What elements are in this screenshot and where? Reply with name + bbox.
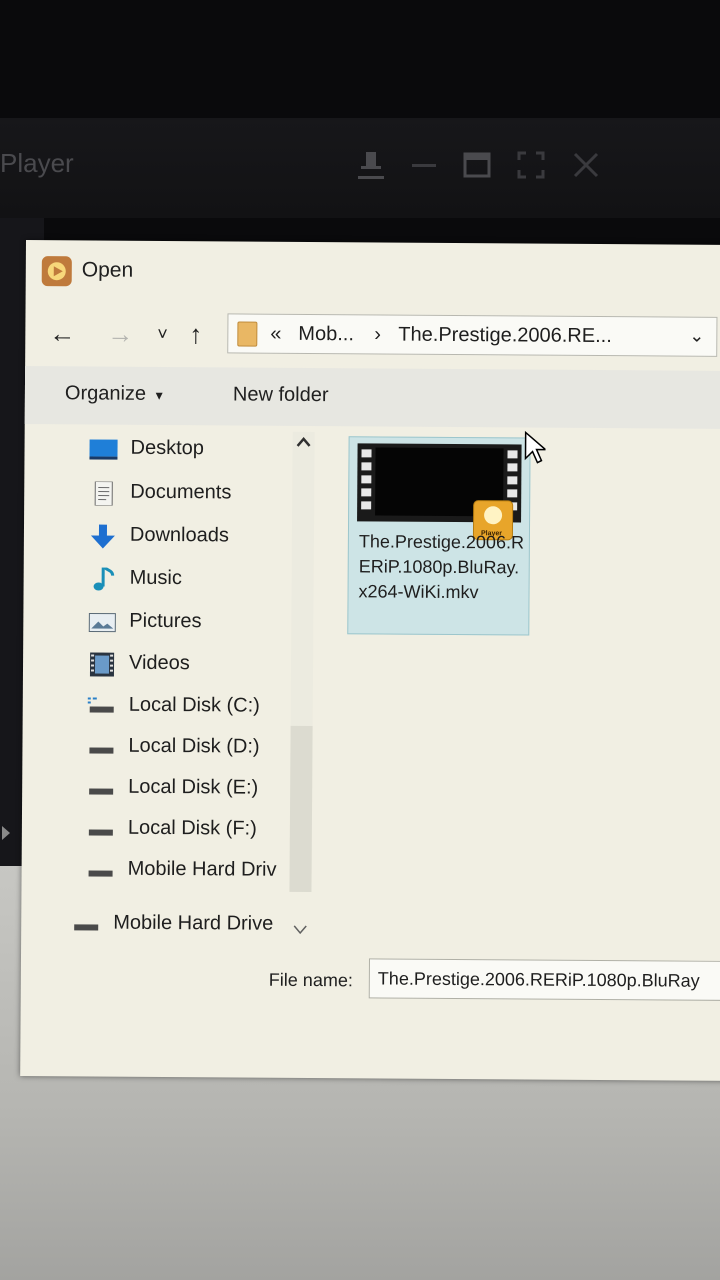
drive-icon — [74, 924, 99, 931]
minimize-icon[interactable] — [410, 150, 438, 188]
video-thumbnail: Player — [357, 443, 522, 541]
command-bar: Organize ▾ New folder — [24, 365, 720, 429]
file-name-label: The.Prestige.2006.RERiP.1080p.BluRay.x26… — [358, 531, 525, 603]
back-button[interactable]: ← — [49, 316, 75, 350]
sidebar-item-label: Desktop — [130, 436, 205, 460]
documents-icon — [94, 481, 113, 506]
chevron-down-icon: ▾ — [155, 386, 163, 403]
breadcrumb-mobile[interactable]: Mob... — [298, 323, 354, 346]
music-icon — [93, 567, 115, 591]
navigation-pane: Desktop Documents Downloads Music Pictur… — [21, 424, 291, 966]
sidebar-item-label: Local Disk (E:) — [128, 775, 259, 799]
scroll-down-icon[interactable] — [293, 922, 307, 940]
breadcrumb-folder[interactable]: The.Prestige.2006.RE... — [398, 324, 612, 348]
file-item[interactable]: Player The.Prestige.2006.RERiP.1080p.Blu… — [347, 430, 546, 636]
pin-icon[interactable] — [358, 150, 384, 188]
desktop-icon — [89, 439, 118, 460]
drive-icon — [87, 697, 114, 713]
drive-icon — [89, 788, 114, 795]
sidebar-item-label: Mobile Hard Driv — [127, 857, 277, 881]
videos-icon — [89, 652, 115, 677]
open-dialog: Open ← → ˅ ↑ « Mob... › The.Prestige.200… — [20, 240, 720, 1081]
sidebar-item-label: Local Disk (F:) — [127, 816, 257, 840]
breadcrumb-overflow[interactable]: « — [270, 323, 281, 346]
recent-locations-button[interactable]: ˅ — [157, 317, 168, 351]
folder-icon — [237, 321, 258, 347]
breadcrumb-separator: › — [374, 323, 382, 346]
organize-button[interactable]: Organize ▾ — [65, 382, 163, 406]
downloads-icon — [90, 524, 115, 549]
drive-icon — [88, 870, 113, 877]
sidebar-item-mobile-hard-drive-1[interactable]: Mobile Hard Driv — [85, 855, 285, 886]
scroll-up-icon[interactable] — [296, 434, 311, 452]
maximize-icon[interactable] — [462, 150, 492, 188]
fullscreen-icon[interactable] — [516, 150, 546, 188]
address-dropdown-icon[interactable]: ⌄ — [689, 326, 704, 347]
player-title: Player — [0, 148, 74, 178]
sidebar-item-label: Mobile Hard Drive — [113, 911, 274, 935]
file-name-field-label: File name: — [268, 969, 353, 991]
sidebar-item-label: Documents — [130, 480, 232, 504]
up-button[interactable]: ↑ — [189, 317, 202, 351]
dialog-title: Open — [81, 258, 134, 282]
drive-icon — [88, 829, 113, 836]
sidebar-item-label: Downloads — [129, 523, 229, 547]
sidebar-item-label: Pictures — [129, 609, 202, 633]
new-folder-button[interactable]: New folder — [233, 383, 329, 407]
file-name-input[interactable] — [368, 958, 720, 1001]
nav-scrollbar-thumb[interactable] — [289, 725, 313, 893]
sidebar-item-label: Videos — [128, 651, 190, 675]
close-icon[interactable] — [572, 150, 600, 188]
organize-label: Organize — [64, 382, 147, 405]
player-app-icon — [41, 256, 72, 287]
address-bar[interactable]: « Mob... › The.Prestige.2006.RE... ⌄ — [227, 313, 718, 357]
sidebar-item-label: Music — [129, 566, 182, 590]
file-list: Player The.Prestige.2006.RERiP.1080p.Blu… — [321, 426, 720, 969]
forward-button[interactable]: → — [107, 317, 133, 351]
drive-icon — [89, 747, 114, 754]
pictures-icon — [88, 612, 116, 633]
sidebar-item-label: Local Disk (D:) — [128, 734, 260, 758]
sidebar-item-label: Local Disk (C:) — [128, 693, 260, 717]
mouse-cursor-icon — [524, 430, 546, 464]
